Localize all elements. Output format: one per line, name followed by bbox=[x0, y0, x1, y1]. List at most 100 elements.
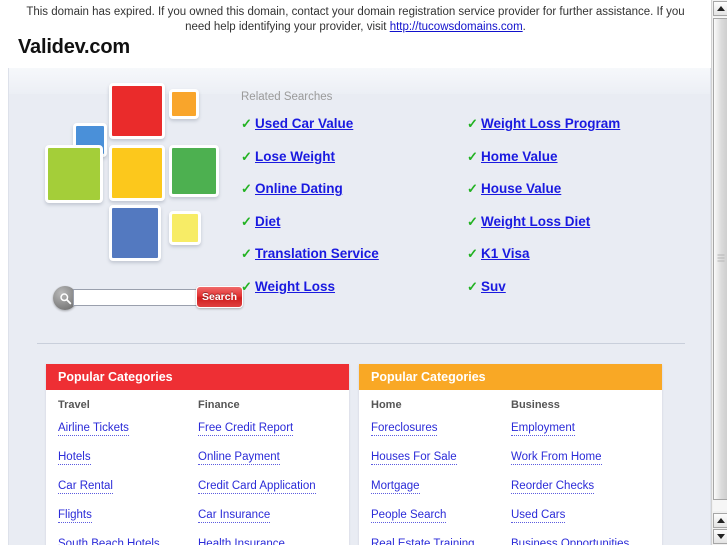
check-mark-icon: ✓ bbox=[467, 148, 478, 164]
yellow-square bbox=[109, 145, 165, 201]
arrow-up-icon bbox=[716, 6, 725, 11]
page-title: Validev.com bbox=[18, 36, 130, 58]
check-mark-icon: ✓ bbox=[241, 213, 252, 229]
related-search-row: ✓ Lose Weight bbox=[241, 149, 466, 182]
category-link[interactable]: Online Payment bbox=[198, 451, 280, 465]
related-search-link[interactable]: K1 Visa bbox=[481, 246, 530, 262]
page-root: This domain has expired. If you owned th… bbox=[0, 0, 727, 545]
category-link[interactable]: Car Rental bbox=[58, 480, 113, 494]
category-link[interactable]: South Beach Hotels bbox=[58, 538, 160, 545]
category-link[interactable]: Employment bbox=[511, 422, 575, 436]
related-search-link[interactable]: Online Dating bbox=[255, 181, 343, 197]
scrollbar-grip-icon bbox=[717, 254, 724, 264]
check-mark-icon: ✓ bbox=[241, 246, 252, 262]
related-search-row: ✓ Suv bbox=[467, 279, 692, 312]
category-link[interactable]: Business Opportunities bbox=[511, 538, 629, 545]
related-search-link[interactable]: Weight Loss Diet bbox=[481, 214, 590, 230]
blue-large-square bbox=[109, 205, 161, 261]
related-search-row: ✓ Translation Service bbox=[241, 246, 466, 279]
related-search-link[interactable]: Home Value bbox=[481, 149, 558, 165]
vertical-scrollbar[interactable] bbox=[711, 0, 727, 545]
logo-graphic bbox=[45, 83, 225, 268]
category-column-title: Home bbox=[371, 399, 402, 411]
scrollbar-down-button[interactable] bbox=[713, 529, 727, 544]
related-search-row: ✓ Weight Loss Diet bbox=[467, 214, 692, 247]
expiry-notice-bar: This domain has expired. If you owned th… bbox=[0, 0, 711, 70]
category-link[interactable]: Reorder Checks bbox=[511, 480, 595, 494]
category-link[interactable]: Used Cars bbox=[511, 509, 566, 523]
check-mark-icon: ✓ bbox=[241, 278, 252, 294]
category-link[interactable]: Real Estate Training bbox=[371, 538, 475, 545]
category-link[interactable]: Airline Tickets bbox=[58, 422, 129, 436]
popular-categories-panel-right: Popular Categories Home Foreclosures Houses… bbox=[359, 364, 662, 545]
category-panel-body: Home Foreclosures Houses For Sale Mortgage P… bbox=[359, 390, 662, 545]
category-column-title: Business bbox=[511, 399, 560, 411]
related-search-link[interactable]: Lose Weight bbox=[255, 149, 335, 165]
search-input[interactable] bbox=[73, 289, 210, 306]
category-link[interactable]: Car Insurance bbox=[198, 509, 271, 523]
orange-square bbox=[169, 89, 199, 119]
arrow-down-icon bbox=[716, 534, 725, 539]
related-search-link[interactable]: Weight Loss bbox=[255, 279, 335, 295]
main-content-panel: Search Related Searches ✓ Used Car Value ✓… bbox=[8, 68, 711, 545]
related-search-row: ✓ Weight Loss bbox=[241, 279, 466, 312]
check-mark-icon: ✓ bbox=[467, 181, 478, 197]
category-link[interactable]: Foreclosures bbox=[371, 422, 438, 436]
related-search-row: ✓ Used Car Value bbox=[241, 116, 466, 149]
related-links-column-left: ✓ Used Car Value ✓ Lose Weight ✓ Online Datin… bbox=[241, 116, 466, 312]
category-link[interactable]: Credit Card Application bbox=[198, 480, 316, 494]
related-search-row: ✓ Online Dating bbox=[241, 181, 466, 214]
lime-square bbox=[45, 145, 103, 203]
related-search-link[interactable]: Diet bbox=[255, 214, 281, 230]
category-column: Business Employment Work From Home Reorder … bbox=[511, 399, 651, 545]
related-search-row: ✓ House Value bbox=[467, 181, 692, 214]
category-column-title: Finance bbox=[198, 399, 240, 411]
scrollbar-up-button-bottom[interactable] bbox=[713, 513, 727, 528]
related-search-row: ✓ Diet bbox=[241, 214, 466, 247]
category-link[interactable]: Work From Home bbox=[511, 451, 602, 465]
related-search-link[interactable]: Used Car Value bbox=[255, 116, 353, 132]
category-link[interactable]: Houses For Sale bbox=[371, 451, 457, 465]
category-column: Home Foreclosures Houses For Sale Mortgage P… bbox=[371, 399, 511, 545]
category-link[interactable]: People Search bbox=[371, 509, 447, 523]
check-mark-icon: ✓ bbox=[241, 181, 252, 197]
related-searches-label: Related Searches bbox=[241, 91, 333, 103]
related-search-link[interactable]: House Value bbox=[481, 181, 561, 197]
green-square bbox=[169, 145, 219, 197]
check-mark-icon: ✓ bbox=[467, 116, 478, 131]
notice-text-after: . bbox=[522, 21, 526, 33]
scrollbar-thumb[interactable] bbox=[713, 18, 727, 500]
category-column-title: Travel bbox=[58, 399, 90, 411]
check-mark-icon: ✓ bbox=[467, 278, 478, 294]
check-mark-icon: ✓ bbox=[467, 213, 478, 229]
category-link[interactable]: Free Credit Report bbox=[198, 422, 294, 436]
check-mark-icon: ✓ bbox=[241, 148, 252, 164]
search-button[interactable]: Search bbox=[196, 286, 243, 308]
category-column: Finance Free Credit Report Online Payment C… bbox=[198, 399, 338, 545]
check-mark-icon: ✓ bbox=[241, 116, 252, 131]
tucowsdomains-link[interactable]: http://tucowsdomains.com bbox=[390, 21, 523, 33]
category-link[interactable]: Health Insurance bbox=[198, 538, 285, 545]
search-box: Search bbox=[53, 286, 243, 310]
category-column: Travel Airline Tickets Hotels Car Rental Fli… bbox=[58, 399, 198, 545]
notice-text-before: This domain has expired. If you owned th… bbox=[26, 6, 685, 33]
category-link[interactable]: Flights bbox=[58, 509, 92, 523]
category-panel-body: Travel Airline Tickets Hotels Car Rental Fli… bbox=[46, 390, 349, 545]
related-search-row: ✓ Home Value bbox=[467, 149, 692, 182]
related-links-column-right: ✓ Weight Loss Program ✓ Home Value ✓ House Va… bbox=[467, 116, 692, 312]
related-search-link[interactable]: Suv bbox=[481, 279, 506, 295]
pale-yellow-square bbox=[169, 211, 201, 245]
red-square bbox=[109, 83, 165, 139]
related-search-row: ✓ Weight Loss Program bbox=[467, 116, 692, 149]
category-panel-header: Popular Categories bbox=[46, 364, 349, 390]
arrow-up-icon bbox=[716, 518, 725, 523]
related-search-row: ✓ K1 Visa bbox=[467, 246, 692, 279]
popular-categories-panel-left: Popular Categories Travel Airline Tickets H… bbox=[46, 364, 349, 545]
related-search-link[interactable]: Translation Service bbox=[255, 246, 379, 262]
category-link[interactable]: Mortgage bbox=[371, 480, 420, 494]
category-panel-header: Popular Categories bbox=[359, 364, 662, 390]
scrollbar-up-button[interactable] bbox=[713, 1, 727, 16]
category-link[interactable]: Hotels bbox=[58, 451, 91, 465]
expiry-notice-text: This domain has expired. If you owned th… bbox=[0, 0, 711, 35]
related-search-link[interactable]: Weight Loss Program bbox=[481, 116, 620, 132]
